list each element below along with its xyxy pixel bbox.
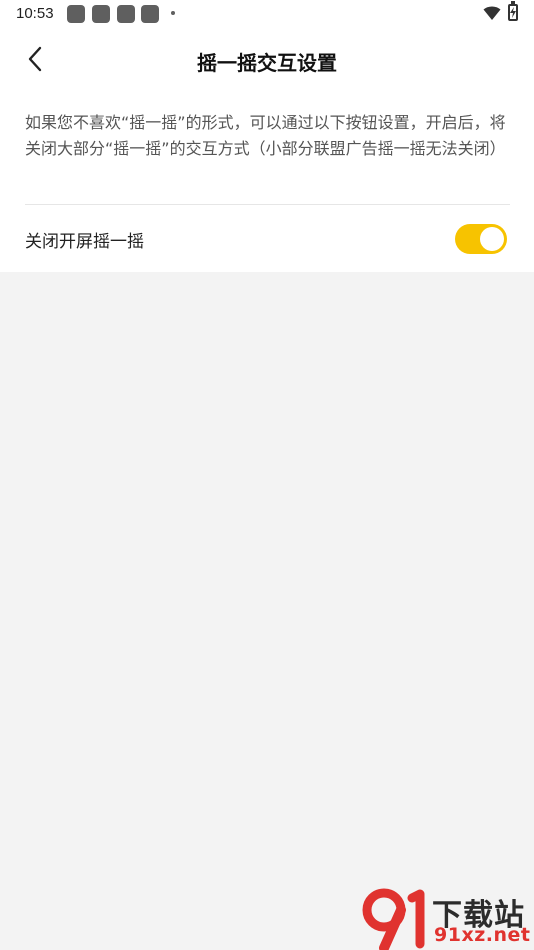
header: 摇一摇交互设置 bbox=[0, 30, 534, 90]
description-text: 如果您不喜欢“摇一摇”的形式，可以通过以下按钮设置，开启后，将关闭大部分“摇一摇… bbox=[25, 113, 506, 158]
page-title: 摇一摇交互设置 bbox=[197, 51, 337, 75]
toggle-knob bbox=[480, 227, 504, 251]
watermark-91-logo-icon bbox=[362, 888, 425, 950]
notification-icon bbox=[67, 5, 85, 23]
screen: 10:53 摇一摇交互设置 如果您不喜欢“摇一摇”的形式，可以通过以下按钮设置，… bbox=[0, 0, 534, 950]
more-notifications-icon bbox=[171, 11, 175, 15]
notification-icon bbox=[117, 5, 135, 23]
watermark-domain: 91xz.net bbox=[434, 924, 531, 946]
notification-icon bbox=[141, 5, 159, 23]
wifi-icon bbox=[483, 6, 501, 20]
watermark-logo: 下载站 91xz.net bbox=[362, 888, 534, 950]
setting-label: 关闭开屏摇一摇 bbox=[25, 232, 144, 252]
status-time: 10:53 bbox=[16, 5, 54, 22]
setting-row-splash-shake: 关闭开屏摇一摇 bbox=[0, 205, 534, 272]
battery-icon bbox=[508, 1, 518, 21]
settings-card: 如果您不喜欢“摇一摇”的形式，可以通过以下按钮设置，开启后，将关闭大部分“摇一摇… bbox=[0, 90, 534, 272]
splash-shake-toggle[interactable] bbox=[455, 224, 507, 254]
status-bar: 10:53 bbox=[0, 0, 534, 30]
notification-icon bbox=[92, 5, 110, 23]
